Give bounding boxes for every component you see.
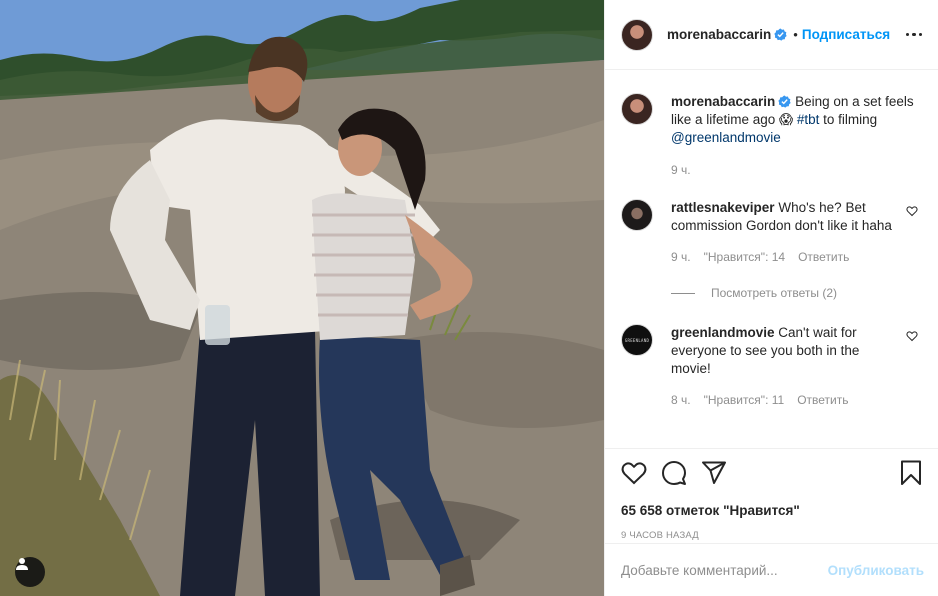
post-header: morenabaccarin • Подписаться (605, 0, 938, 70)
caption-hashtag[interactable]: #tbt (797, 112, 820, 127)
comment-icon[interactable] (661, 460, 687, 486)
likes-count[interactable]: 65 658 отметок "Нравится" (621, 503, 922, 518)
comment-heart-icon[interactable] (906, 205, 918, 217)
paper-plane-icon[interactable] (701, 461, 727, 485)
comment-item: GREENLAND greenlandmovie Can't wait for … (621, 300, 922, 409)
action-icons (621, 459, 922, 487)
comment-meta: 9 ч. "Нравится": 14 Ответить (671, 248, 896, 266)
comment-text: rattlesnakeviper Who's he? Bet commissio… (671, 199, 896, 235)
header-separator: • (793, 27, 798, 42)
comment-item: rattlesnakeviper Who's he? Bet commissio… (621, 179, 922, 266)
posted-time[interactable]: 9 часов назад (621, 530, 922, 541)
caption: morenabaccarin Being on a set feels like… (621, 71, 922, 179)
more-options-icon[interactable] (905, 32, 922, 37)
photo-illustration (0, 0, 604, 596)
caption-meta: 9 ч. (671, 161, 922, 179)
author-avatar[interactable] (621, 18, 653, 51)
caption-middle: to filming (819, 112, 878, 127)
comment-heart-icon[interactable] (906, 330, 918, 342)
author-username[interactable]: morenabaccarin (667, 27, 771, 42)
comment-like-count[interactable]: "Нравится": 14 (704, 248, 786, 266)
bookmark-icon[interactable] (900, 460, 922, 486)
caption-mention[interactable]: @greenlandmovie (671, 130, 781, 145)
post-photo[interactable] (0, 0, 604, 596)
commenter-avatar[interactable] (621, 199, 653, 231)
post-side-panel: morenabaccarin • Подписаться morenabacca… (604, 0, 938, 596)
reply-button[interactable]: Ответить (797, 391, 848, 409)
reply-button[interactable]: Ответить (798, 248, 849, 266)
commenter-username[interactable]: greenlandmovie (671, 325, 775, 340)
post-actions: 65 658 отметок "Нравится" 9 часов назад (605, 448, 938, 541)
avatar-logo-text: GREENLAND (624, 337, 650, 343)
user-tags-button[interactable] (15, 557, 45, 587)
user-tag-icon (16, 558, 28, 570)
commenter-username[interactable]: rattlesnakeviper (671, 200, 775, 215)
caption-author[interactable]: morenabaccarin (671, 94, 775, 109)
publish-button[interactable]: Опубликовать (828, 563, 924, 578)
comment-text: greenlandmovie Can't wait for everyone t… (671, 324, 896, 378)
view-replies-label: Посмотреть ответы (2) (711, 286, 838, 300)
comment-composer: Опубликовать (605, 543, 938, 596)
follow-button[interactable]: Подписаться (802, 27, 890, 42)
caption-author-avatar[interactable] (621, 93, 653, 125)
replies-divider (671, 292, 695, 294)
view-replies-button[interactable]: Посмотреть ответы (2) (671, 286, 922, 300)
comments-list[interactable]: morenabaccarin Being on a set feels like… (605, 71, 938, 447)
verified-badge-icon (778, 95, 791, 108)
comment-time[interactable]: 8 ч. (671, 391, 691, 409)
comment-meta: 8 ч. "Нравится": 11 Ответить (671, 391, 896, 409)
comment-input[interactable] (621, 562, 828, 578)
comment-like-count[interactable]: "Нравится": 11 (704, 391, 785, 409)
verified-badge-icon (774, 28, 787, 41)
comment-time[interactable]: 9 ч. (671, 248, 691, 266)
commenter-avatar[interactable]: GREENLAND (621, 324, 653, 356)
heart-icon[interactable] (621, 461, 647, 485)
caption-text: morenabaccarin Being on a set feels like… (671, 93, 922, 147)
caption-time[interactable]: 9 ч. (671, 161, 691, 179)
